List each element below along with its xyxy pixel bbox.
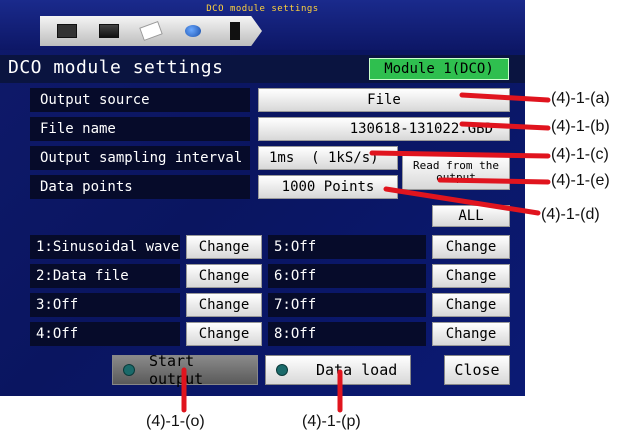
callout-line-b (459, 121, 551, 131)
callout-a: (4)-1-(a) (551, 90, 610, 107)
callout-o: (4)-1-(o) (146, 413, 205, 430)
callout-b: (4)-1-(b) (551, 118, 610, 135)
callout-line-d (383, 186, 541, 216)
callout-line-c (369, 150, 551, 159)
callout-d: (4)-1-(d) (541, 206, 600, 223)
callout-e: (4)-1-(e) (551, 172, 610, 189)
callout-lines (181, 92, 551, 413)
callout-p: (4)-1-(p) (302, 413, 361, 430)
callout-c: (4)-1-(c) (551, 146, 609, 163)
callout-line-e (437, 177, 551, 185)
callout-line-a (459, 92, 551, 103)
